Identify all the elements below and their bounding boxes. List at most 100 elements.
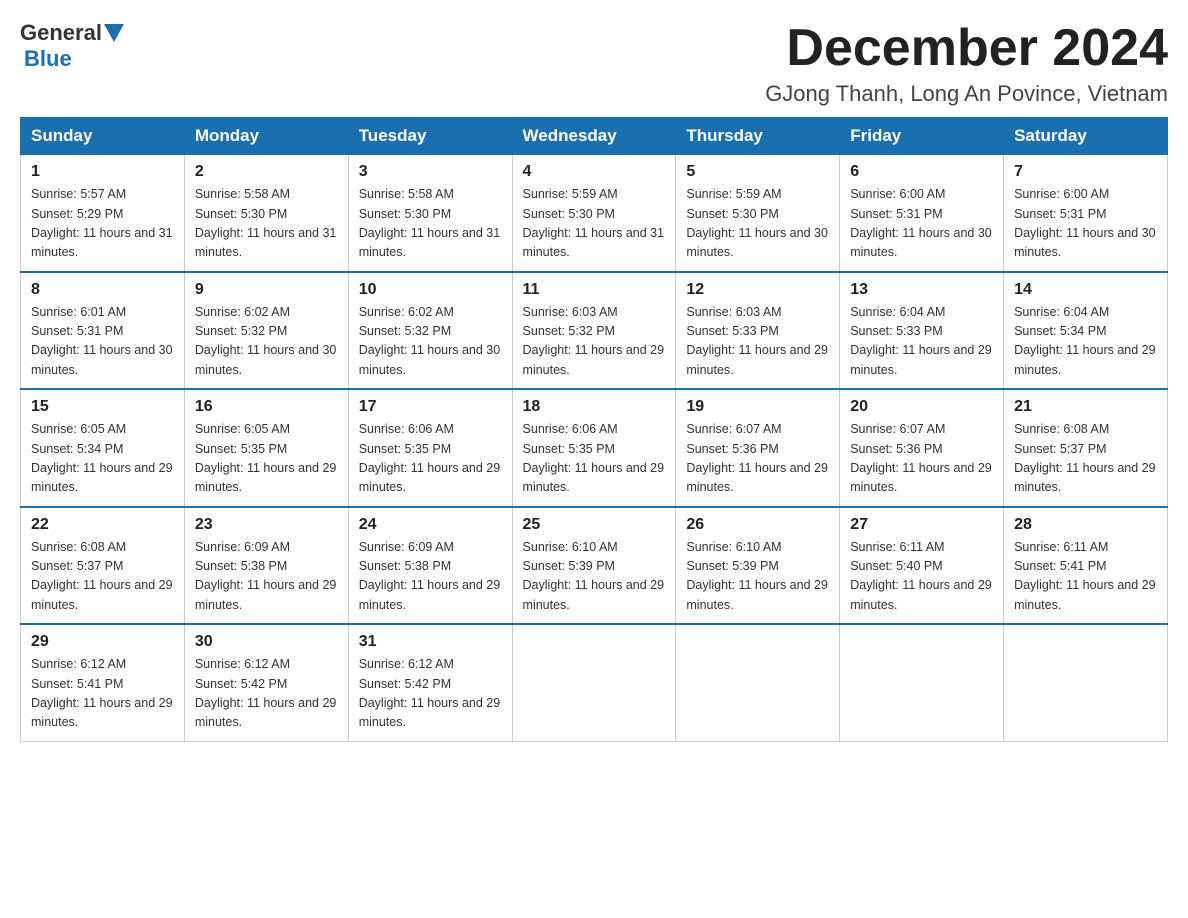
day-number: 22 [31,516,174,534]
day-info: Sunrise: 6:03 AMSunset: 5:33 PMDaylight:… [686,305,828,377]
calendar-cell [512,624,676,741]
calendar-cell: 4 Sunrise: 5:59 AMSunset: 5:30 PMDayligh… [512,155,676,272]
day-info: Sunrise: 6:06 AMSunset: 5:35 PMDaylight:… [523,422,665,494]
location-text: GJong Thanh, Long An Povince, Vietnam [765,81,1168,107]
day-number: 10 [359,281,502,299]
day-info: Sunrise: 6:01 AMSunset: 5:31 PMDaylight:… [31,305,173,377]
calendar-cell: 9 Sunrise: 6:02 AMSunset: 5:32 PMDayligh… [184,272,348,390]
calendar-cell [1004,624,1168,741]
calendar-cell: 13 Sunrise: 6:04 AMSunset: 5:33 PMDaylig… [840,272,1004,390]
day-number: 7 [1014,163,1157,181]
calendar-cell: 28 Sunrise: 6:11 AMSunset: 5:41 PMDaylig… [1004,507,1168,625]
day-info: Sunrise: 6:03 AMSunset: 5:32 PMDaylight:… [523,305,665,377]
day-info: Sunrise: 5:58 AMSunset: 5:30 PMDaylight:… [359,187,501,259]
calendar-cell: 29 Sunrise: 6:12 AMSunset: 5:41 PMDaylig… [21,624,185,741]
calendar-cell: 3 Sunrise: 5:58 AMSunset: 5:30 PMDayligh… [348,155,512,272]
calendar-week-row: 29 Sunrise: 6:12 AMSunset: 5:41 PMDaylig… [21,624,1168,741]
calendar-cell: 31 Sunrise: 6:12 AMSunset: 5:42 PMDaylig… [348,624,512,741]
day-number: 15 [31,398,174,416]
calendar-cell: 10 Sunrise: 6:02 AMSunset: 5:32 PMDaylig… [348,272,512,390]
day-number: 9 [195,281,338,299]
weekday-header-monday: Monday [184,118,348,155]
day-info: Sunrise: 6:10 AMSunset: 5:39 PMDaylight:… [523,540,665,612]
day-info: Sunrise: 6:11 AMSunset: 5:40 PMDaylight:… [850,540,992,612]
calendar-cell: 21 Sunrise: 6:08 AMSunset: 5:37 PMDaylig… [1004,389,1168,507]
day-number: 1 [31,163,174,181]
day-number: 11 [523,281,666,299]
day-number: 29 [31,633,174,651]
day-number: 21 [1014,398,1157,416]
day-info: Sunrise: 6:00 AMSunset: 5:31 PMDaylight:… [850,187,992,259]
weekday-header-thursday: Thursday [676,118,840,155]
day-info: Sunrise: 6:12 AMSunset: 5:41 PMDaylight:… [31,657,173,729]
day-info: Sunrise: 6:08 AMSunset: 5:37 PMDaylight:… [1014,422,1156,494]
calendar-cell: 23 Sunrise: 6:09 AMSunset: 5:38 PMDaylig… [184,507,348,625]
calendar-cell: 15 Sunrise: 6:05 AMSunset: 5:34 PMDaylig… [21,389,185,507]
day-info: Sunrise: 6:06 AMSunset: 5:35 PMDaylight:… [359,422,501,494]
day-info: Sunrise: 6:02 AMSunset: 5:32 PMDaylight:… [195,305,337,377]
logo-arrow-icon [104,24,124,42]
page-header: General Blue December 2024 GJong Thanh, … [20,20,1168,107]
calendar-cell: 27 Sunrise: 6:11 AMSunset: 5:40 PMDaylig… [840,507,1004,625]
calendar-cell: 5 Sunrise: 5:59 AMSunset: 5:30 PMDayligh… [676,155,840,272]
month-title: December 2024 [765,20,1168,77]
calendar-cell: 24 Sunrise: 6:09 AMSunset: 5:38 PMDaylig… [348,507,512,625]
day-number: 16 [195,398,338,416]
day-number: 19 [686,398,829,416]
calendar-cell: 20 Sunrise: 6:07 AMSunset: 5:36 PMDaylig… [840,389,1004,507]
day-number: 2 [195,163,338,181]
calendar-cell: 1 Sunrise: 5:57 AMSunset: 5:29 PMDayligh… [21,155,185,272]
calendar-cell: 30 Sunrise: 6:12 AMSunset: 5:42 PMDaylig… [184,624,348,741]
day-info: Sunrise: 6:07 AMSunset: 5:36 PMDaylight:… [850,422,992,494]
calendar-week-row: 8 Sunrise: 6:01 AMSunset: 5:31 PMDayligh… [21,272,1168,390]
calendar-table: SundayMondayTuesdayWednesdayThursdayFrid… [20,117,1168,742]
day-number: 20 [850,398,993,416]
day-info: Sunrise: 6:00 AMSunset: 5:31 PMDaylight:… [1014,187,1156,259]
weekday-header-tuesday: Tuesday [348,118,512,155]
day-info: Sunrise: 6:05 AMSunset: 5:35 PMDaylight:… [195,422,337,494]
calendar-cell [840,624,1004,741]
calendar-cell: 17 Sunrise: 6:06 AMSunset: 5:35 PMDaylig… [348,389,512,507]
day-info: Sunrise: 6:08 AMSunset: 5:37 PMDaylight:… [31,540,173,612]
calendar-cell: 14 Sunrise: 6:04 AMSunset: 5:34 PMDaylig… [1004,272,1168,390]
calendar-cell: 8 Sunrise: 6:01 AMSunset: 5:31 PMDayligh… [21,272,185,390]
day-info: Sunrise: 6:09 AMSunset: 5:38 PMDaylight:… [195,540,337,612]
logo-blue-text: Blue [24,46,72,71]
day-number: 24 [359,516,502,534]
calendar-cell: 19 Sunrise: 6:07 AMSunset: 5:36 PMDaylig… [676,389,840,507]
day-number: 13 [850,281,993,299]
weekday-header-sunday: Sunday [21,118,185,155]
calendar-week-row: 15 Sunrise: 6:05 AMSunset: 5:34 PMDaylig… [21,389,1168,507]
day-number: 17 [359,398,502,416]
calendar-cell: 2 Sunrise: 5:58 AMSunset: 5:30 PMDayligh… [184,155,348,272]
calendar-cell: 12 Sunrise: 6:03 AMSunset: 5:33 PMDaylig… [676,272,840,390]
calendar-cell: 16 Sunrise: 6:05 AMSunset: 5:35 PMDaylig… [184,389,348,507]
day-info: Sunrise: 6:12 AMSunset: 5:42 PMDaylight:… [359,657,501,729]
day-number: 18 [523,398,666,416]
day-number: 12 [686,281,829,299]
day-info: Sunrise: 6:04 AMSunset: 5:33 PMDaylight:… [850,305,992,377]
weekday-header-wednesday: Wednesday [512,118,676,155]
day-info: Sunrise: 6:07 AMSunset: 5:36 PMDaylight:… [686,422,828,494]
logo-general-text: General [20,20,102,46]
day-info: Sunrise: 5:58 AMSunset: 5:30 PMDaylight:… [195,187,337,259]
day-number: 8 [31,281,174,299]
day-number: 31 [359,633,502,651]
calendar-cell: 11 Sunrise: 6:03 AMSunset: 5:32 PMDaylig… [512,272,676,390]
day-info: Sunrise: 5:59 AMSunset: 5:30 PMDaylight:… [686,187,828,259]
day-info: Sunrise: 6:09 AMSunset: 5:38 PMDaylight:… [359,540,501,612]
logo: General Blue [20,20,126,72]
calendar-cell: 6 Sunrise: 6:00 AMSunset: 5:31 PMDayligh… [840,155,1004,272]
day-number: 5 [686,163,829,181]
weekday-header-row: SundayMondayTuesdayWednesdayThursdayFrid… [21,118,1168,155]
day-info: Sunrise: 6:02 AMSunset: 5:32 PMDaylight:… [359,305,501,377]
day-number: 14 [1014,281,1157,299]
title-section: December 2024 GJong Thanh, Long An Povin… [765,20,1168,107]
day-number: 28 [1014,516,1157,534]
day-number: 26 [686,516,829,534]
calendar-week-row: 22 Sunrise: 6:08 AMSunset: 5:37 PMDaylig… [21,507,1168,625]
day-number: 6 [850,163,993,181]
day-info: Sunrise: 5:59 AMSunset: 5:30 PMDaylight:… [523,187,665,259]
day-info: Sunrise: 6:10 AMSunset: 5:39 PMDaylight:… [686,540,828,612]
calendar-week-row: 1 Sunrise: 5:57 AMSunset: 5:29 PMDayligh… [21,155,1168,272]
